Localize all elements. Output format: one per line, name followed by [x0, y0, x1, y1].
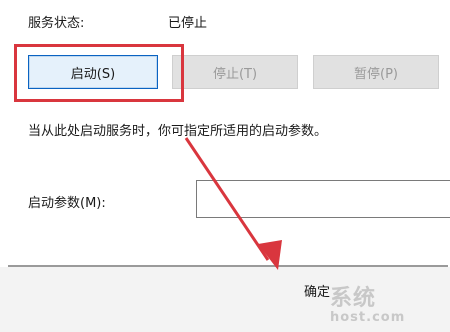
pause-button[interactable]: 暂停(P)	[313, 55, 439, 89]
start-button-highlight	[14, 44, 184, 102]
stop-button[interactable]: 停止(T)	[172, 55, 298, 89]
watermark-text: 系统	[330, 286, 377, 311]
start-params-input[interactable]	[196, 180, 450, 218]
divider	[8, 265, 448, 267]
start-params-label: 启动参数(M):	[28, 196, 106, 211]
service-status-value: 已停止	[168, 16, 208, 31]
start-hint-text: 当从此处启动服务时，你可指定所适用的启动参数。	[28, 124, 328, 139]
watermark-url: host.com	[330, 310, 406, 325]
service-status-label: 服务状态:	[28, 16, 85, 31]
